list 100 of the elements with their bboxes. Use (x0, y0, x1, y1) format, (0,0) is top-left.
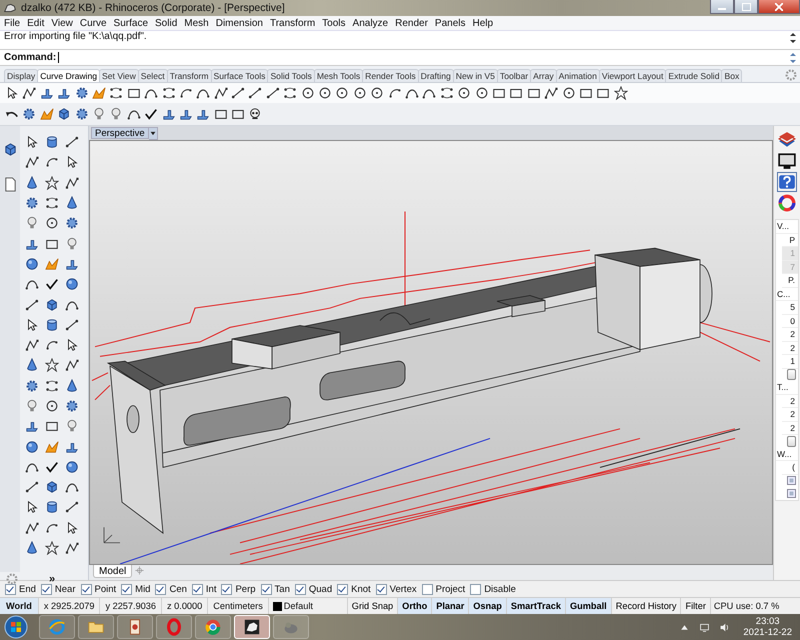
menu-item[interactable]: Analyze (352, 18, 388, 28)
cursor-icon[interactable] (65, 520, 79, 535)
cone-icon[interactable] (25, 541, 39, 556)
property-value[interactable]: ( (782, 461, 798, 474)
osnap-label[interactable]: Disable (484, 584, 516, 594)
viewport-tab[interactable]: Perspective (91, 127, 149, 139)
line-icon[interactable] (25, 298, 39, 312)
property-value[interactable]: 5 (782, 301, 798, 314)
rectangle-icon[interactable] (509, 86, 524, 100)
cone-icon[interactable] (25, 176, 39, 190)
toolbar-tab[interactable]: Display (4, 69, 38, 82)
osnap-checkbox[interactable] (337, 584, 348, 594)
points-icon[interactable] (45, 196, 59, 210)
page-icon[interactable] (2, 177, 18, 192)
menu-item[interactable]: Panels (434, 18, 466, 28)
toolbar-tab[interactable]: Render Tools (362, 69, 419, 82)
cube-icon[interactable] (2, 142, 18, 157)
property-edit-button[interactable] (787, 436, 796, 447)
osnap-label[interactable]: Mid (135, 584, 150, 594)
gear-icon[interactable] (74, 86, 89, 100)
polyline-icon[interactable] (25, 520, 39, 535)
toolbar-tab[interactable]: Drafting (418, 69, 454, 82)
toolbar-tab[interactable]: Animation (556, 69, 600, 82)
circle-icon[interactable] (300, 86, 315, 100)
polyline-icon[interactable] (65, 541, 79, 556)
osnap-label[interactable]: End (19, 584, 36, 594)
menu-item[interactable]: View (51, 18, 73, 28)
cone-icon[interactable] (65, 196, 79, 210)
circle-icon[interactable] (562, 86, 576, 100)
line-icon[interactable] (65, 135, 79, 150)
caret-icon[interactable] (148, 126, 158, 140)
toolbar-tab[interactable]: Select (138, 69, 168, 82)
toolbar-tab[interactable]: Box (721, 69, 742, 82)
gear-icon[interactable] (74, 107, 89, 121)
circle-icon[interactable] (370, 86, 384, 100)
cube-icon[interactable] (45, 298, 59, 312)
property-section-header[interactable]: V... (776, 220, 798, 234)
osnap-checkbox[interactable] (5, 584, 16, 594)
circle-icon[interactable] (45, 399, 59, 413)
osnap-label[interactable]: Perp (235, 584, 256, 594)
spinner-arrows-icon[interactable] (789, 50, 797, 64)
points-icon[interactable] (162, 86, 176, 100)
sphere-icon[interactable] (25, 256, 39, 271)
menu-item[interactable]: Curve (80, 18, 107, 28)
circle-icon[interactable] (318, 86, 332, 100)
toolbar-tab[interactable]: New in V5 (452, 69, 498, 82)
skull-icon[interactable] (248, 107, 262, 121)
help-icon[interactable] (778, 173, 796, 191)
menu-item[interactable]: Mesh (184, 18, 209, 28)
points-icon[interactable] (283, 86, 298, 100)
polyline-icon[interactable] (65, 176, 79, 190)
toolbar-tab[interactable]: Extrude Solid (665, 69, 722, 82)
polyline-icon[interactable] (25, 338, 39, 352)
property-section-header[interactable]: C... (776, 288, 798, 301)
circle-icon[interactable] (335, 86, 350, 100)
cube-icon[interactable] (45, 480, 59, 494)
check-icon[interactable] (45, 460, 59, 474)
cursor-icon[interactable] (65, 338, 79, 352)
check-icon[interactable] (144, 107, 158, 121)
cone-icon[interactable] (25, 358, 39, 372)
bulb-icon[interactable] (109, 107, 124, 121)
menu-item[interactable]: File (4, 18, 20, 28)
property-checkbox[interactable] (787, 476, 796, 486)
gear-icon[interactable] (25, 378, 39, 393)
menu-item[interactable]: Dimension (216, 18, 263, 28)
osnap-checkbox[interactable] (294, 584, 306, 594)
coordinate-system-button[interactable]: World (0, 598, 39, 614)
toolbar-tab[interactable]: Set View (99, 69, 139, 82)
toolbar-overflow-button[interactable]: » (49, 573, 56, 585)
status-toggle[interactable]: Osnap (469, 598, 507, 614)
rectangle-icon[interactable] (45, 419, 59, 434)
layer-name[interactable]: Default (284, 601, 313, 611)
arc-icon[interactable] (45, 155, 59, 170)
status-toggle[interactable]: SmartTrack (506, 598, 566, 614)
rectangle-icon[interactable] (492, 86, 506, 100)
start-orb-icon[interactable] (4, 615, 28, 639)
line-icon[interactable] (25, 480, 39, 494)
cylinder-icon[interactable] (45, 135, 59, 150)
osnap-label[interactable]: Point (94, 584, 116, 594)
points-icon[interactable] (440, 86, 454, 100)
taskbar-button[interactable] (234, 615, 270, 639)
property-edit-button[interactable] (787, 369, 796, 380)
network-icon[interactable] (699, 622, 710, 632)
arc-icon[interactable] (45, 338, 59, 352)
property-value[interactable]: 2 (782, 408, 798, 422)
model-tab[interactable]: Model (93, 565, 132, 578)
menu-item[interactable]: Render (395, 18, 428, 28)
gear-icon[interactable] (25, 196, 39, 210)
viewport[interactable] (89, 140, 773, 565)
minimize-button[interactable] (710, 0, 734, 14)
menu-item[interactable]: Transform (270, 18, 316, 28)
polyline-icon[interactable] (544, 86, 558, 100)
property-value[interactable]: 2 (782, 422, 798, 435)
circle-icon[interactable] (457, 86, 472, 100)
menu-item[interactable]: Edit (27, 18, 44, 28)
color-wheel-icon[interactable] (778, 194, 796, 212)
toolbar-tab[interactable]: Surface Tools (210, 69, 268, 82)
surface-icon[interactable] (57, 86, 72, 100)
rectangle-icon[interactable] (231, 107, 246, 121)
sphere-icon[interactable] (65, 460, 79, 474)
